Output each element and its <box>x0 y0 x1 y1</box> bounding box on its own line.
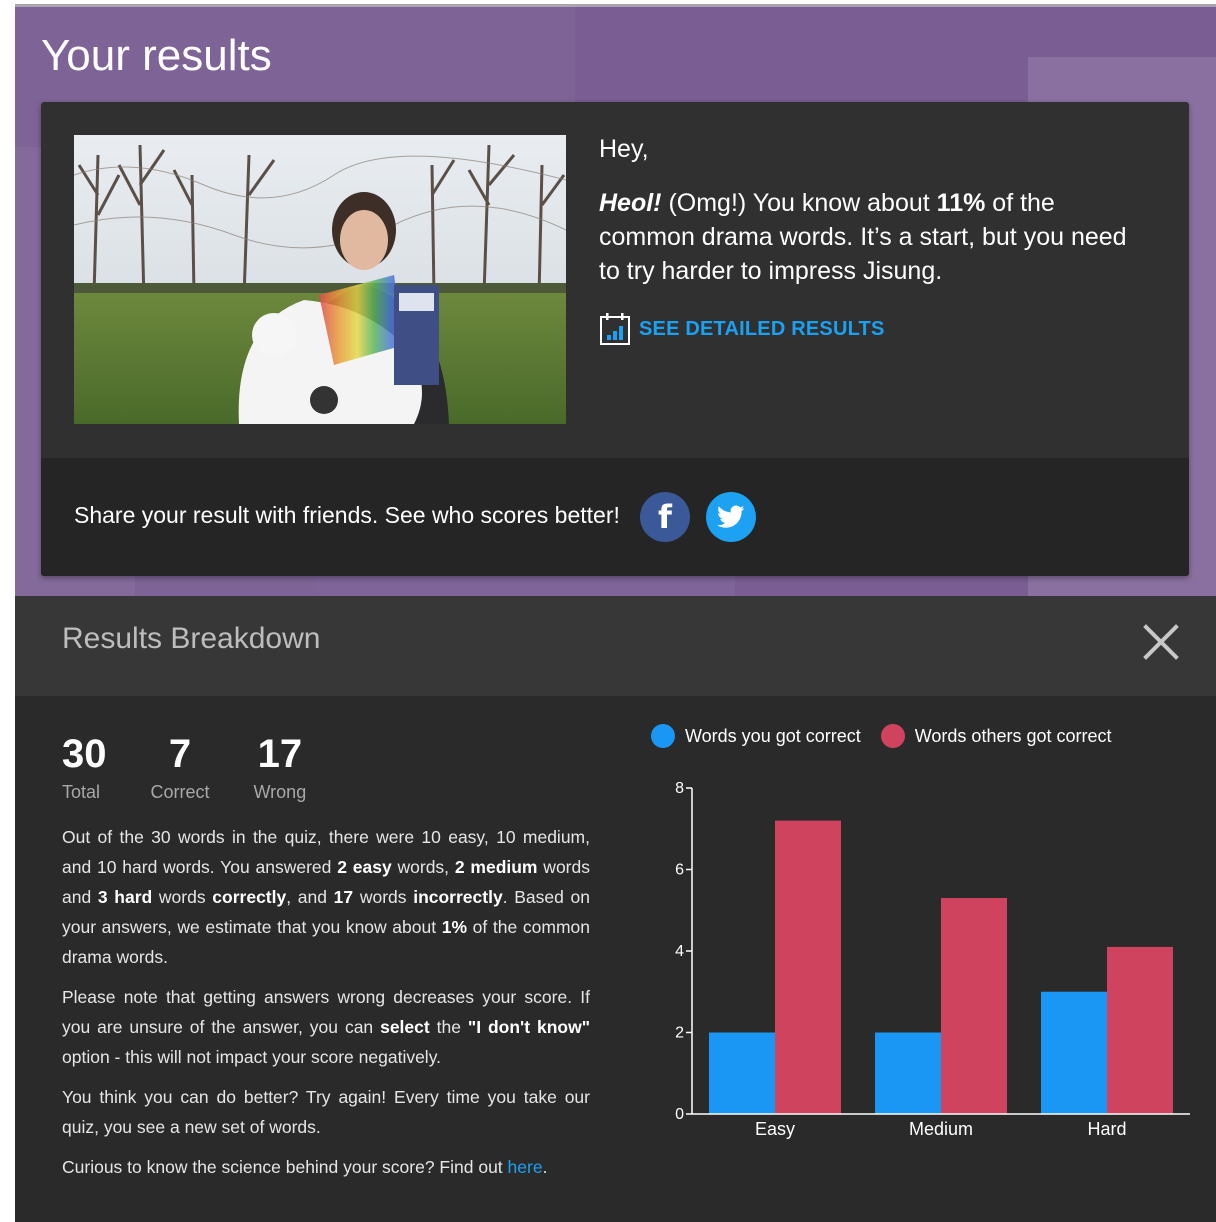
legend-label-others: Words others got correct <box>914 725 1112 746</box>
twitter-icon <box>717 505 745 528</box>
explanation-paragraph: You think you can do better? Try again! … <box>62 1087 590 1137</box>
y-tick-label: 6 <box>675 862 684 879</box>
text: . <box>542 1157 548 1177</box>
breakdown-title: Results Breakdown <box>62 622 321 655</box>
stat-correct-label: Correct <box>150 782 210 802</box>
explanation-paragraph: Out of the 30 words in the quiz, there w… <box>62 822 590 972</box>
legend-swatch-others <box>880 724 905 748</box>
result-photo-image <box>74 135 566 424</box>
result-message: Hey, Heol! (Omg!) You know about 11% of … <box>599 135 1139 346</box>
stat-wrong: 17 Wrong <box>254 732 307 803</box>
chart-bar <box>941 898 1007 1114</box>
exclamation: Heol! <box>599 189 662 217</box>
y-tick-label: 0 <box>675 1106 684 1123</box>
x-tick-label: Easy <box>755 1119 795 1139</box>
stat-correct: 7 Correct <box>151 732 210 803</box>
breakdown-header: Results Breakdown <box>15 596 1216 696</box>
y-tick-label: 4 <box>675 943 684 960</box>
summary-text: (Omg!) You know about <box>661 189 937 217</box>
facebook-icon: f <box>658 498 672 536</box>
text: , and <box>286 887 334 907</box>
incorrectly-label: incorrectly <box>413 887 503 907</box>
legend-item-others[interactable]: Words others got correct <box>880 724 1112 748</box>
y-tick-label: 8 <box>675 780 684 797</box>
estimate-percent: 1% <box>441 917 468 937</box>
legend-item-you[interactable]: Words you got correct <box>651 724 861 748</box>
science-link[interactable]: here <box>508 1157 543 1177</box>
text: Curious to know the science behind your … <box>62 1157 508 1177</box>
see-detailed-results-label: SEE DETAILED RESULTS <box>639 317 885 340</box>
text: the <box>429 1017 468 1037</box>
score-stats: 30 Total 7 Correct 17 Wrong <box>62 732 350 803</box>
x-tick-label: Hard <box>1087 1119 1126 1139</box>
calendar-chart-icon <box>600 313 630 345</box>
stat-total-value: 30 <box>62 732 107 776</box>
stat-correct-value: 7 <box>168 732 192 776</box>
text: words <box>152 887 213 907</box>
medium-count: 2 medium <box>454 857 538 877</box>
text: option - this will not impact your score… <box>62 1047 442 1067</box>
chart-bar <box>709 1032 775 1114</box>
text: words <box>353 887 414 907</box>
stat-wrong-value: 17 <box>257 732 303 776</box>
easy-count: 2 easy <box>337 857 392 877</box>
results-page: Your results Hey, Heol! (Omg!) You know … <box>15 4 1216 1222</box>
chart-bar <box>1041 991 1107 1114</box>
breakdown-body: 30 Total 7 Correct 17 Wrong Out of the 3… <box>15 696 1216 1222</box>
legend-label-you: Words you got correct <box>685 725 861 746</box>
chart-legend: Words you got correct Words others got c… <box>651 724 1132 748</box>
stat-total: 30 Total <box>62 732 107 803</box>
y-tick-label: 2 <box>675 1025 684 1042</box>
dont-know-label: "I don't know" <box>467 1017 590 1037</box>
see-detailed-results-link[interactable]: SEE DETAILED RESULTS <box>599 312 1139 346</box>
results-explanation: Out of the 30 words in the quiz, there w… <box>62 822 590 1192</box>
twitter-share-button[interactable] <box>706 492 756 542</box>
explanation-paragraph: Curious to know the science behind your … <box>62 1152 590 1182</box>
chart-bar <box>775 820 841 1114</box>
known-percent: 11% <box>936 189 986 217</box>
wrong-count: 17 <box>333 887 354 907</box>
x-tick-label: Medium <box>909 1119 973 1139</box>
stat-total-label: Total <box>62 782 101 802</box>
close-button[interactable] <box>1143 624 1179 660</box>
explanation-paragraph: Please note that getting answers wrong d… <box>62 982 590 1072</box>
legend-swatch-you <box>651 724 675 748</box>
result-photo <box>74 135 566 424</box>
share-bar: Share your result with friends. See who … <box>41 458 1189 576</box>
correctly-label: correctly <box>212 887 287 907</box>
greeting: Hey, <box>599 135 649 163</box>
chart-bar <box>875 1032 941 1114</box>
hard-count: 3 hard <box>97 887 153 907</box>
result-summary: Heol! (Omg!) You know about 11% of the c… <box>599 186 1139 288</box>
close-icon <box>1143 624 1179 660</box>
results-hero: Your results Hey, Heol! (Omg!) You know … <box>15 4 1216 599</box>
facebook-share-button[interactable]: f <box>640 492 690 542</box>
stat-wrong-label: Wrong <box>253 782 307 802</box>
select-label: select <box>380 1017 430 1037</box>
results-chart: Easy Medium Hard 0 2 4 6 8 <box>675 780 1190 1139</box>
chart-bar <box>1107 946 1173 1114</box>
share-text: Share your result with friends. See who … <box>74 502 620 528</box>
result-card: Hey, Heol! (Omg!) You know about 11% of … <box>41 102 1189 576</box>
text: words, <box>391 857 455 877</box>
page-title: Your results <box>41 31 272 80</box>
